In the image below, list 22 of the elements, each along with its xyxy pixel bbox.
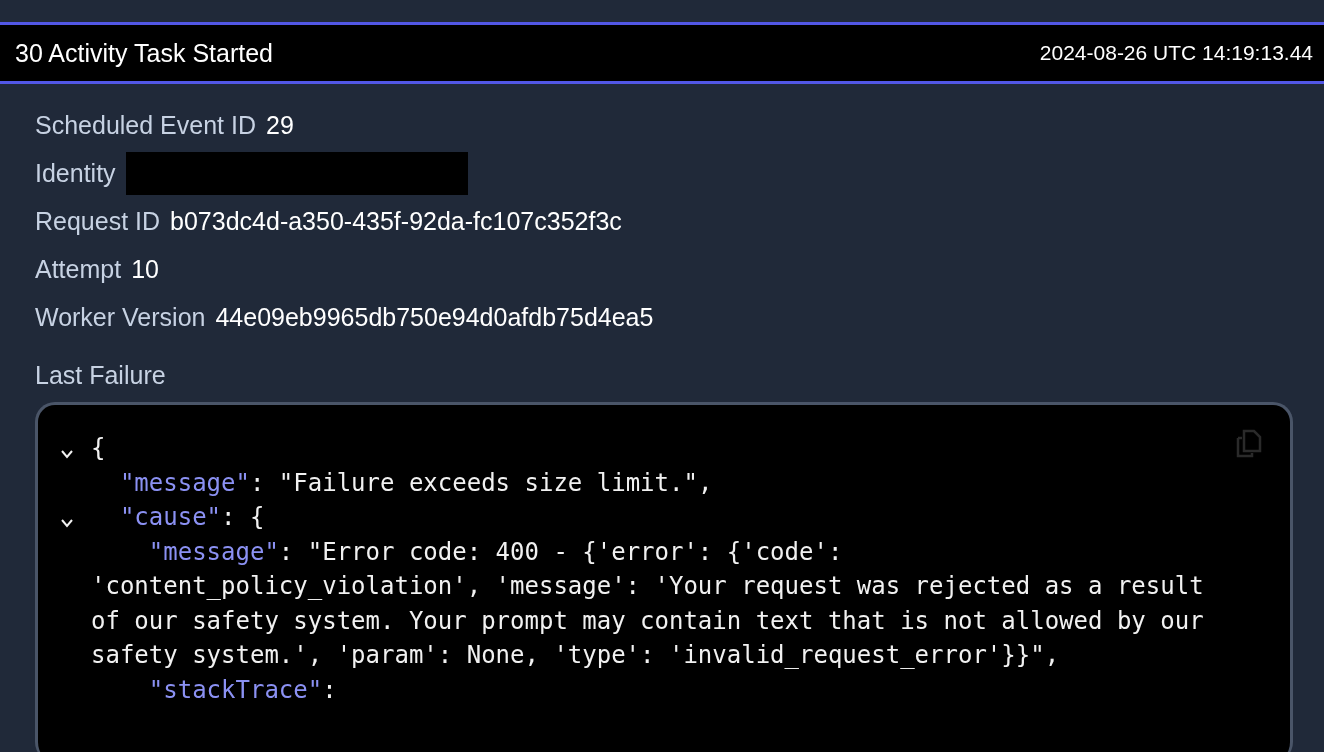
code-line: { xyxy=(91,434,106,463)
code-line: "cause": { xyxy=(118,503,265,532)
chevron-icon[interactable] xyxy=(60,449,74,460)
detail-label: Identity xyxy=(35,158,116,188)
detail-value: 44e09eb9965db750e94d0afdb75d4ea5 xyxy=(215,302,654,332)
code-line: 'content_policy_violation', 'message': 'Your request was rejected as a result xyxy=(91,572,1204,601)
event-timestamp: 2024-08-26 UTC 14:19:13.44 xyxy=(1039,41,1313,65)
detail-label: Request ID xyxy=(35,206,161,236)
detail-value: 29 xyxy=(266,110,294,140)
detail-label: Attempt xyxy=(35,254,122,284)
detail-value: 10 xyxy=(131,254,159,284)
detail-label: Scheduled Event ID xyxy=(35,110,256,140)
code-line: of our safety system. Your prompt may contain text that is not allowed by our xyxy=(91,606,1204,635)
code-line: "stackTrace": xyxy=(147,675,337,704)
chevron-icon[interactable] xyxy=(60,518,74,529)
code-line: safety system.', 'param': None, 'type': 'invalid_request_error'}}", xyxy=(91,641,1060,670)
detail-label: Worker Version xyxy=(35,302,206,332)
event-title: 30 Activity Task Started xyxy=(15,38,273,68)
section-title: Last Failure xyxy=(35,361,167,390)
code-line: "message": "Failure exceeds size limit.", xyxy=(118,468,713,497)
detail-value: b073dc4d-a350-435f-92da-fc107c352f3c xyxy=(170,206,622,236)
code-line: "message": "Error code: 400 - {'error': {'code': xyxy=(147,537,843,566)
